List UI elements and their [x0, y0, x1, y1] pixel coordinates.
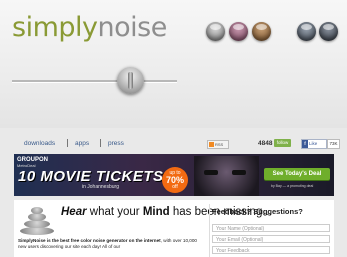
zen-stones-image	[18, 205, 56, 235]
ad-fine-print: by Bay — a promoting deal	[271, 184, 314, 188]
volume-slider-knob[interactable]	[117, 67, 145, 94]
stone-icon	[31, 207, 43, 214]
oscillation-icon[interactable]	[319, 22, 338, 41]
3d-glasses-icon	[232, 170, 246, 175]
nav-separator	[100, 139, 101, 147]
feedback-name-field[interactable]: Your Name (Optional)	[212, 224, 330, 232]
headline-mind: Mind	[142, 206, 170, 218]
ad-moviegoers-image	[194, 156, 259, 196]
intro-paragraph: SimplyNoise is the best free color noise…	[18, 238, 206, 250]
pink-noise-icon[interactable]	[229, 22, 248, 41]
facebook-icon: f	[302, 140, 308, 148]
discount-bottom: off	[172, 184, 178, 190]
discount-badge: up to 70% off	[162, 167, 188, 193]
headline-hear: Hear	[61, 206, 87, 218]
timer-icon[interactable]	[297, 22, 316, 41]
intro-bold: SimplyNoise is the best free color noise…	[18, 238, 161, 243]
nav-separator	[67, 139, 68, 147]
logo-part-simply: simply	[12, 12, 98, 43]
volume-slider-track[interactable]	[12, 80, 177, 82]
follower-count: 4848	[258, 140, 273, 147]
rss-icon	[209, 142, 214, 147]
header-area: simplynoise	[0, 0, 347, 128]
rss-button[interactable]: RSS	[207, 140, 229, 149]
main-content: Hear what your Mind has been missing... …	[14, 200, 334, 257]
nav-bar: downloads apps press RSS 4848 follow f Li…	[12, 138, 345, 150]
groupon-ad-banner[interactable]: GROUPON MetroDeal 10 MOVIE TICKETS in Jo…	[14, 154, 334, 196]
nav-press-link[interactable]: press	[108, 140, 124, 147]
feedback-message-field[interactable]: Your Feedback	[212, 246, 330, 254]
feedback-email-field[interactable]: Your Email (Optional)	[212, 235, 330, 243]
feedback-title: Feedback? Suggestions?	[212, 207, 303, 216]
nav-apps-link[interactable]: apps	[75, 140, 89, 147]
column-divider	[209, 204, 210, 257]
logo-part-noise: noise	[97, 12, 168, 43]
headline-mid: what your	[86, 206, 143, 218]
see-todays-deal-button[interactable]: See Today's Deal	[264, 168, 330, 180]
stone-icon	[20, 227, 54, 235]
nav-downloads-link[interactable]: downloads	[24, 140, 55, 147]
stone-icon	[28, 213, 46, 221]
facebook-like-label: Like	[309, 141, 318, 146]
simplynoise-logo[interactable]: simplynoise	[12, 12, 167, 43]
stone-icon	[24, 220, 50, 228]
facebook-like-count: 73K	[327, 139, 340, 149]
follow-badge[interactable]: follow	[274, 139, 291, 147]
ad-city: in Johannesburg	[82, 184, 119, 190]
white-noise-icon[interactable]	[206, 22, 225, 41]
ad-headline: 10 MOVIE TICKETS	[18, 168, 164, 185]
3d-glasses-icon	[204, 170, 218, 175]
brown-noise-icon[interactable]	[252, 22, 271, 41]
rss-label: RSS	[215, 142, 224, 147]
facebook-like-button[interactable]: f Like	[301, 139, 327, 149]
